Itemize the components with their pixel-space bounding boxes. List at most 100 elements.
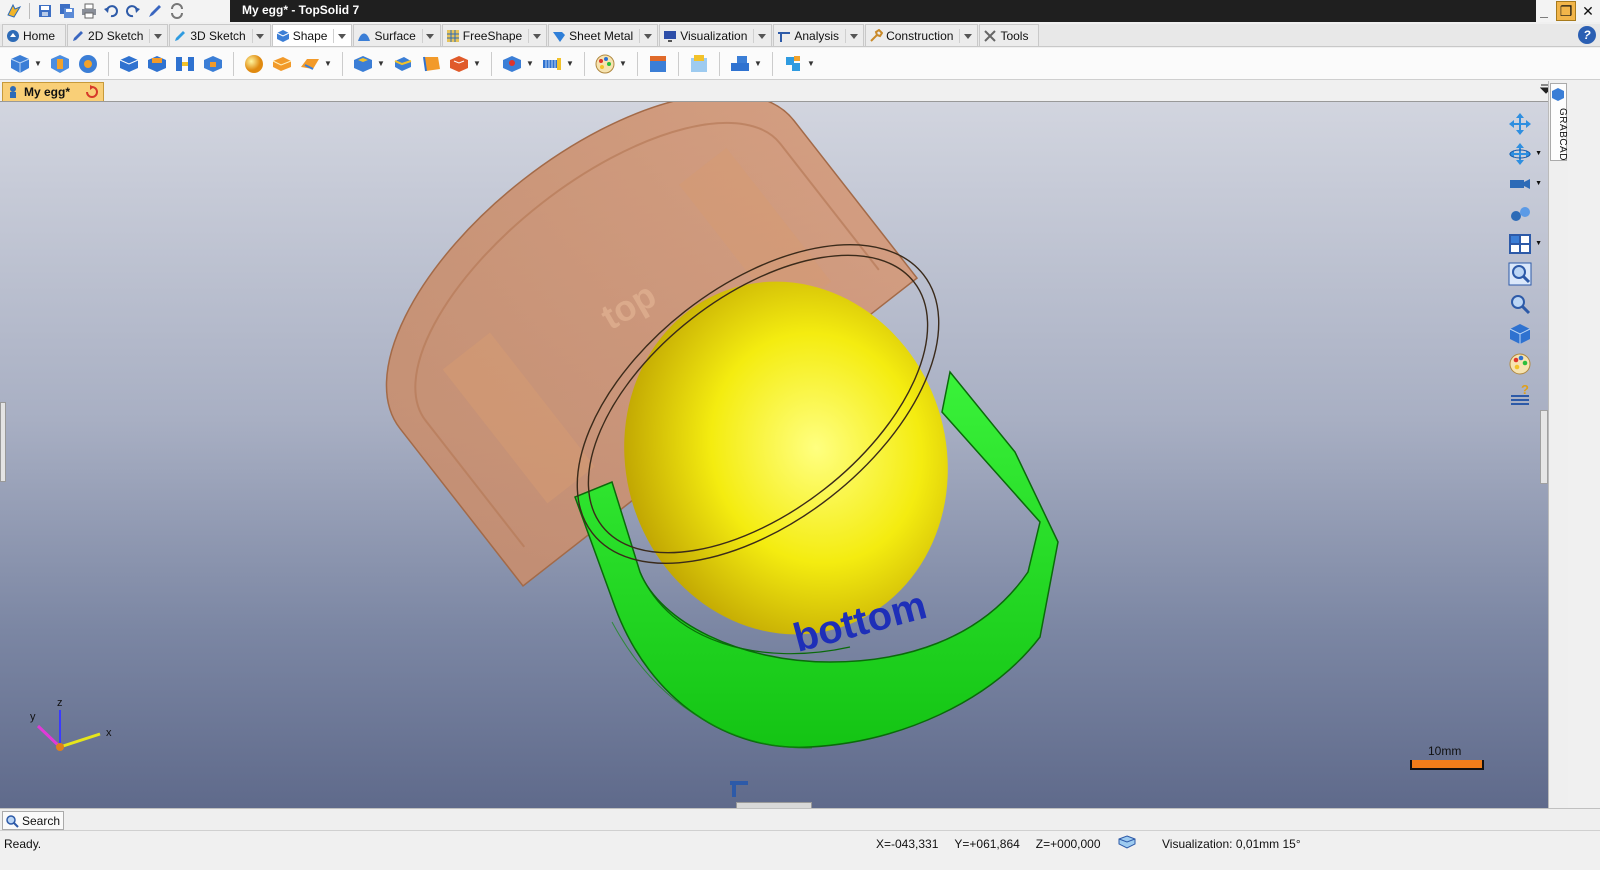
refresh-icon[interactable] [167, 2, 187, 20]
loft-icon[interactable] [199, 50, 227, 78]
rotate-icon[interactable]: ▼ [1506, 142, 1542, 166]
pan-icon[interactable] [1506, 112, 1534, 136]
shell-icon[interactable] [349, 50, 377, 78]
part-icon[interactable] [644, 50, 672, 78]
chevron-down-icon[interactable] [251, 28, 266, 43]
draft-icon[interactable] [389, 50, 417, 78]
chevron-down-icon[interactable] [753, 28, 767, 43]
grabcad-tab[interactable]: GRABCAD [1550, 83, 1568, 161]
chevron-down-icon[interactable]: ▼ [1535, 240, 1542, 247]
caliper-icon[interactable] [728, 778, 750, 798]
stock-icon[interactable] [685, 50, 713, 78]
split-view-icon[interactable]: ▼ [1506, 232, 1542, 256]
window-controls: _ ❐ ✕ [1534, 0, 1600, 22]
help-layers-icon[interactable]: ? [1506, 382, 1534, 406]
undo-icon[interactable] [101, 2, 121, 20]
chevron-down-icon[interactable] [333, 28, 347, 43]
sheet-metal-icon [553, 31, 566, 42]
egg-model-scene[interactable]: bottom top [0, 102, 1548, 808]
chevron-down-icon[interactable]: ▼ [619, 59, 627, 68]
chevron-down-icon[interactable]: ▼ [566, 59, 574, 68]
save-icon[interactable] [35, 2, 55, 20]
pattern-icon[interactable] [74, 50, 102, 78]
help-icon[interactable]: ? [1578, 26, 1596, 44]
document-icon [10, 86, 16, 98]
document-tab-my-egg[interactable]: My egg* [2, 82, 104, 101]
tab-construction[interactable]: Construction [865, 24, 979, 46]
chevron-down-icon[interactable] [149, 28, 163, 43]
chevron-down-icon[interactable]: ▼ [377, 59, 385, 68]
axis-z-label: z [57, 697, 63, 709]
redo-icon[interactable] [123, 2, 143, 20]
cube-icon [276, 29, 289, 42]
close-button[interactable]: ✕ [1578, 1, 1598, 21]
boolean-icon[interactable] [46, 50, 74, 78]
chevron-down-icon[interactable] [845, 28, 859, 43]
pencil-3d-icon [175, 30, 186, 41]
shaded-view-icon[interactable] [1506, 322, 1534, 346]
chevron-down-icon[interactable]: ▼ [807, 59, 815, 68]
sweep-icon[interactable] [171, 50, 199, 78]
save-all-icon[interactable] [57, 2, 77, 20]
visualization-icon[interactable] [1118, 835, 1136, 849]
chevron-down-icon[interactable]: ▼ [34, 59, 42, 68]
chevron-down-icon[interactable] [421, 28, 436, 43]
extrude-icon[interactable] [115, 50, 143, 78]
camera-icon[interactable]: ▼ [1506, 172, 1542, 196]
search-button[interactable]: Search [2, 811, 64, 830]
block-icon[interactable] [6, 50, 34, 78]
thread-icon[interactable] [538, 50, 566, 78]
status-text: Ready. [4, 837, 42, 851]
color-palette-icon[interactable] [1506, 352, 1534, 376]
fly-icon[interactable] [1506, 202, 1534, 226]
toolbar-separator [772, 51, 773, 76]
app-menu-icon[interactable] [4, 2, 24, 20]
chevron-down-icon[interactable] [528, 28, 542, 43]
chevron-down-icon[interactable]: ▼ [1535, 150, 1542, 157]
left-panel-handle[interactable] [0, 402, 6, 482]
print-icon[interactable] [79, 2, 99, 20]
hole-icon[interactable] [498, 50, 526, 78]
svg-text:?: ? [1521, 382, 1529, 397]
zoom-icon[interactable] [1506, 292, 1534, 316]
chevron-down-icon[interactable]: ▼ [473, 59, 481, 68]
zoom-window-icon[interactable] [1506, 262, 1534, 286]
tab-visualization[interactable]: Visualization [659, 24, 773, 46]
offset-icon[interactable] [445, 50, 473, 78]
sphere-icon[interactable] [240, 50, 268, 78]
fillet-icon[interactable] [268, 50, 296, 78]
chamfer-icon[interactable] [296, 50, 324, 78]
tab-freeshape[interactable]: FreeShape [441, 24, 548, 46]
tab-sheet-metal[interactable]: Sheet Metal [548, 24, 659, 46]
tab-tools[interactable]: Tools [979, 24, 1040, 46]
window-title: My egg* - TopSolid 7 [230, 0, 1536, 22]
measure-icon[interactable] [726, 50, 754, 78]
tab-analysis[interactable]: Analysis [773, 24, 865, 46]
minimize-button[interactable]: _ [1534, 1, 1554, 21]
monitor-icon [664, 30, 677, 42]
3d-viewport[interactable]: bottom top x y z 10mm ▼ ▼ ▼ ? [0, 101, 1548, 808]
tab-label: Sheet Metal [569, 28, 634, 43]
close-tab-icon[interactable] [84, 85, 100, 99]
palette-icon[interactable] [591, 50, 619, 78]
toolbar-separator [108, 51, 109, 76]
chevron-down-icon[interactable]: ▼ [526, 59, 534, 68]
restore-button[interactable]: ❐ [1556, 1, 1576, 21]
search-label: Search [22, 813, 61, 828]
tab-2d-sketch[interactable]: 2D Sketch [67, 24, 169, 46]
thicken-icon[interactable] [417, 50, 445, 78]
assembly-icon[interactable] [779, 50, 807, 78]
chevron-down-icon[interactable]: ▼ [1535, 180, 1542, 187]
chevron-down-icon[interactable] [639, 28, 653, 43]
pen-icon[interactable] [145, 2, 165, 20]
tab-label: Shape [292, 28, 328, 43]
tab-3d-sketch[interactable]: 3D Sketch [169, 24, 271, 46]
revolve-icon[interactable] [143, 50, 171, 78]
tab-surface[interactable]: Surface [353, 24, 441, 46]
right-panel-handle[interactable] [1540, 410, 1548, 484]
chevron-down-icon[interactable]: ▼ [754, 59, 762, 68]
chevron-down-icon[interactable]: ▼ [324, 59, 332, 68]
tab-home[interactable]: Home [2, 24, 67, 46]
tab-shape[interactable]: Shape [271, 24, 353, 46]
chevron-down-icon[interactable] [959, 28, 973, 43]
